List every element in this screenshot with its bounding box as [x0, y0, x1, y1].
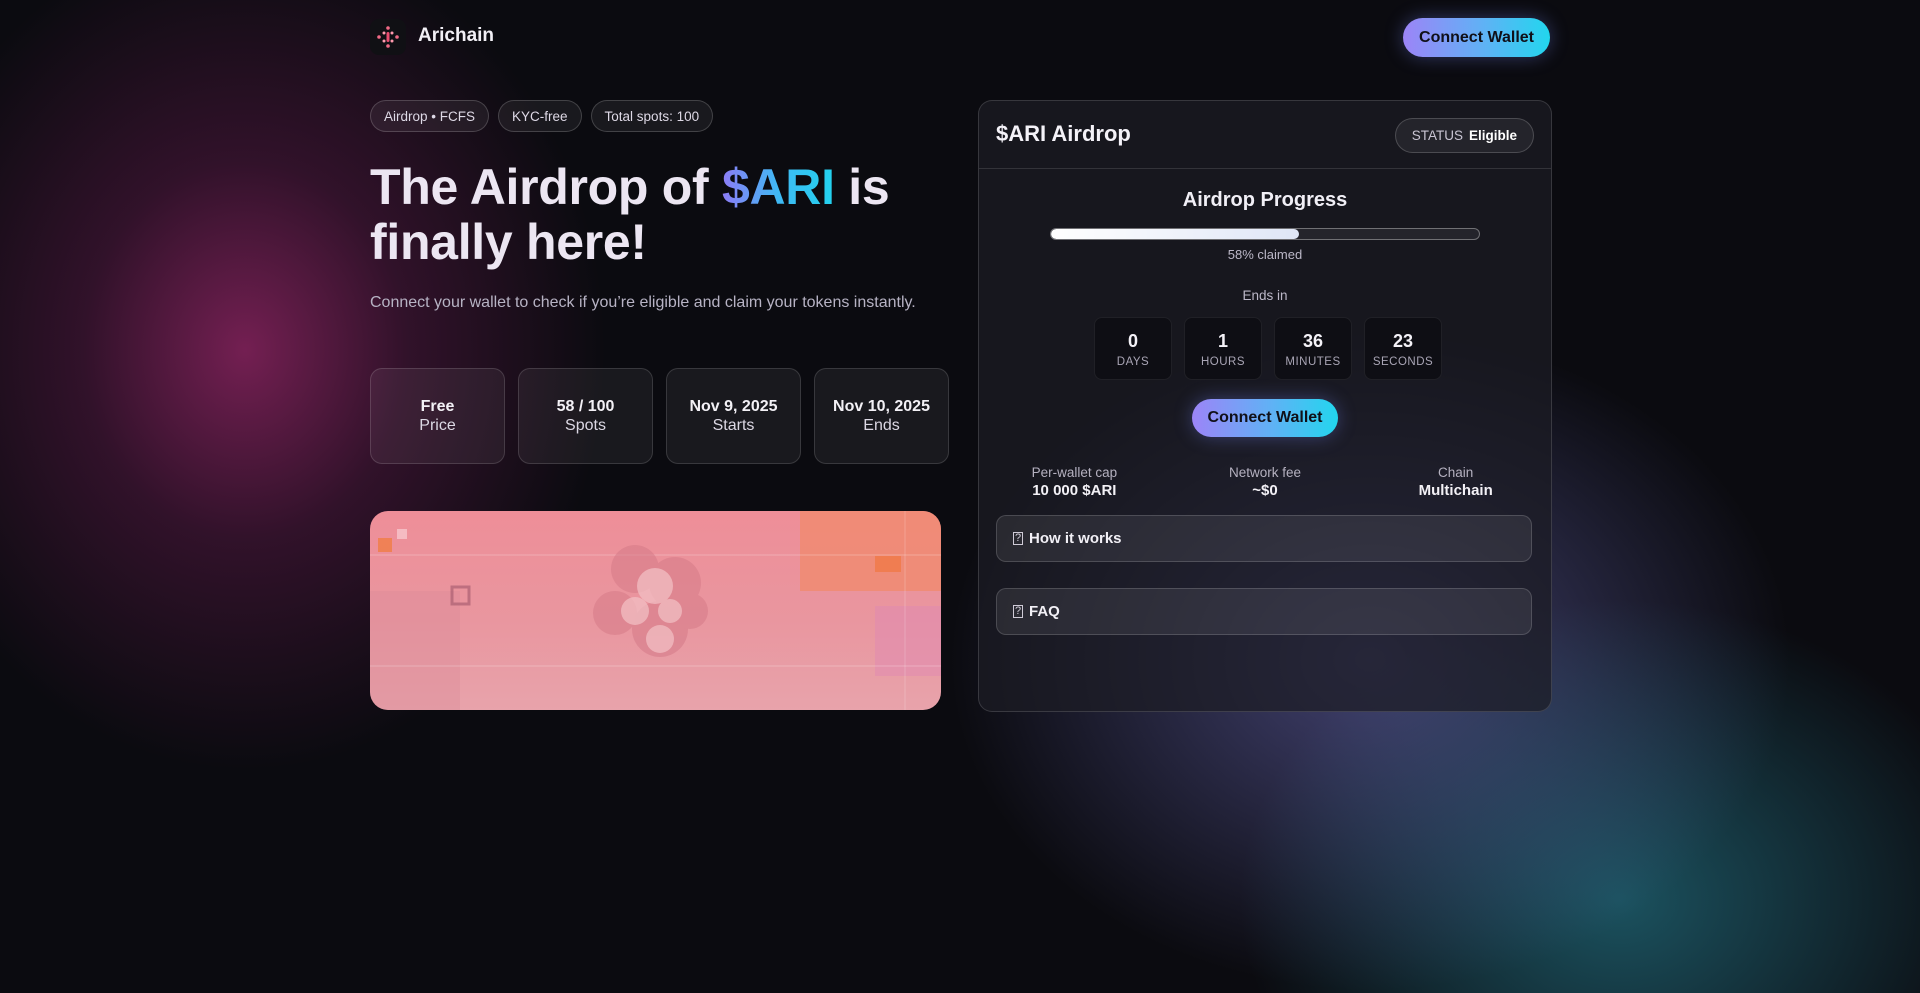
stat-label: Price	[419, 417, 456, 434]
stat-label: Starts	[712, 417, 755, 434]
accordion-how-it-works[interactable]: ? How it works	[996, 515, 1532, 562]
header-connect-wallet-button[interactable]: Connect Wallet	[1403, 18, 1550, 57]
stat-value: 58 / 100	[556, 398, 615, 415]
stat-price: Free Price	[370, 368, 505, 464]
airdrop-meta: Per-wallet cap 10 000 $ARI Network fee ~…	[979, 464, 1551, 500]
progress-label: 58% claimed	[1227, 247, 1303, 262]
meta-key: Per-wallet cap	[1031, 465, 1118, 480]
progress-title: Airdrop Progress	[1182, 189, 1348, 211]
pill-total-spots: Total spots: 100	[590, 100, 714, 132]
stat-value: Nov 10, 2025	[833, 398, 930, 415]
meta-value: 10 000 $ARI	[1032, 482, 1117, 499]
countdown-unit: MINUTES	[1285, 355, 1341, 368]
page: Arichain Connect Wallet Airdrop • FCFS K…	[0, 0, 1920, 993]
countdown-unit: DAYS	[1116, 355, 1150, 368]
meta-per-wallet-cap: Per-wallet cap 10 000 $ARI	[979, 464, 1170, 500]
stat-starts: Nov 9, 2025 Starts	[666, 368, 801, 464]
card-connect-wallet-button[interactable]: Connect Wallet	[1192, 399, 1338, 437]
stat-label: Spots	[565, 417, 606, 434]
progress-bar-fill	[1051, 229, 1300, 239]
question-icon: ?	[1013, 605, 1023, 618]
countdown-unit: SECONDS	[1372, 355, 1434, 368]
arichain-logo-icon[interactable]	[370, 19, 406, 55]
accordion-label: FAQ	[1029, 603, 1060, 620]
stat-value: Nov 9, 2025	[689, 398, 778, 415]
accordion-label: How it works	[1029, 530, 1122, 547]
meta-key: Network fee	[1228, 465, 1302, 480]
stat-value: Free	[420, 398, 455, 415]
meta-chain: Chain Multichain	[1360, 464, 1551, 500]
question-icon: ?	[1013, 532, 1023, 545]
countdown-unit: HOURS	[1200, 355, 1246, 368]
stat-ends: Nov 10, 2025 Ends	[814, 368, 949, 464]
pill-kyc-free: KYC-free	[498, 100, 582, 132]
hero-subtitle: Connect your wallet to check if you’re e…	[370, 294, 916, 311]
card-header: $ARI Airdrop STATUS Eligible	[979, 101, 1551, 169]
card-title: $ARI Airdrop	[996, 121, 1131, 146]
meta-key: Chain	[1438, 465, 1474, 480]
meta-value: ~$0	[1252, 482, 1278, 499]
countdown-days: 0 DAYS	[1094, 317, 1172, 380]
countdown-value: 36	[1302, 330, 1324, 351]
countdown-value: 1	[1217, 330, 1228, 351]
stat-spots: 58 / 100 Spots	[518, 368, 653, 464]
tag-pills: Airdrop • FCFS KYC-free Total spots: 100	[370, 100, 714, 132]
meta-network-fee: Network fee ~$0	[1170, 464, 1361, 500]
stats-row: Free Price 58 / 100 Spots Nov 9, 2025 St…	[370, 368, 949, 464]
countdown-seconds: 23 SECONDS	[1364, 317, 1442, 380]
hero-title-highlight: $ARI	[721, 159, 835, 215]
countdown: 0 DAYS 1 HOURS 36 MINUTES 23 SECONDS	[1094, 317, 1442, 380]
brand-name[interactable]: Arichain	[418, 25, 494, 47]
accordion-faq[interactable]: ? FAQ	[996, 588, 1532, 635]
ends-in-label: Ends in	[1242, 288, 1288, 303]
countdown-value: 23	[1392, 330, 1414, 351]
airdrop-card: $ARI Airdrop STATUS Eligible Airdrop Pro…	[978, 100, 1552, 712]
countdown-minutes: 36 MINUTES	[1274, 317, 1352, 380]
stat-label: Ends	[863, 417, 900, 434]
meta-value: Multichain	[1418, 482, 1493, 499]
countdown-hours: 1 HOURS	[1184, 317, 1262, 380]
progress-bar	[1050, 228, 1480, 240]
pill-airdrop-fcfs: Airdrop • FCFS	[370, 100, 489, 132]
hero-title-before: The Airdrop of	[370, 159, 722, 215]
status-key: STATUS	[1411, 128, 1463, 143]
airdrop-banner-image	[370, 511, 941, 710]
hero-title: The Airdrop of $ARI is finally here!	[370, 160, 890, 270]
status-value: Eligible	[1468, 128, 1517, 143]
status-badge: STATUS Eligible	[1394, 118, 1534, 153]
countdown-value: 0	[1127, 330, 1138, 351]
